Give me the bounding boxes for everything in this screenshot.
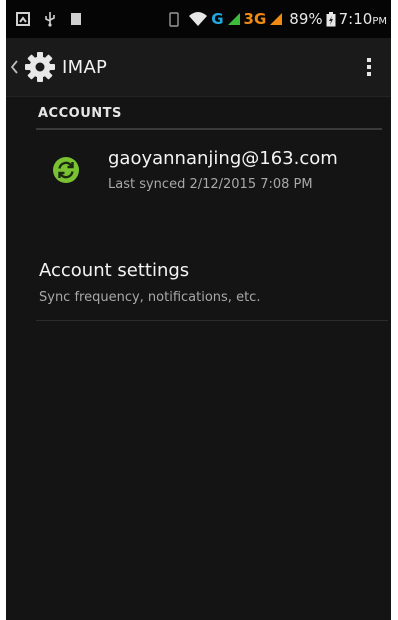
overflow-menu-button[interactable] xyxy=(363,52,375,82)
status-bar-system: G 3G 89% 7:10PM xyxy=(169,10,387,28)
battery-icon xyxy=(326,11,336,26)
settings-gear-icon[interactable] xyxy=(24,51,56,83)
accounts-header-label: ACCOUNTS xyxy=(38,106,122,121)
account-settings-title: Account settings xyxy=(39,260,190,281)
clock-time: 7:10 xyxy=(338,10,373,28)
account-settings-item[interactable]: Account settings Sync frequency, notific… xyxy=(36,254,388,321)
network-type-3g: 3G xyxy=(243,10,267,28)
chevron-left-icon xyxy=(10,60,18,74)
overflow-menu-icon-dot xyxy=(367,72,371,76)
notification-icon xyxy=(16,12,30,26)
signal-icon-sim2 xyxy=(270,13,283,25)
wifi-icon xyxy=(189,12,208,26)
network-type-g: G xyxy=(211,10,224,28)
action-bar: IMAP xyxy=(6,38,391,97)
sd-card-icon xyxy=(71,13,81,25)
account-settings-subtitle: Sync frequency, notifications, etc. xyxy=(39,290,261,305)
clock: 7:10PM xyxy=(339,10,387,28)
battery-percent: 89% xyxy=(289,10,323,28)
accounts-section-header: ACCOUNTS xyxy=(36,104,382,130)
back-button[interactable] xyxy=(10,55,20,79)
page-title: IMAP xyxy=(62,56,108,78)
screen: G 3G 89% 7:10PM IMAP ACCOUNTS gaoyannanj… xyxy=(6,0,391,620)
account-list-item[interactable]: gaoyannanjing@163.com Last synced 2/12/2… xyxy=(36,140,382,214)
overflow-menu-icon-dot xyxy=(367,58,371,62)
account-email: gaoyannanjing@163.com xyxy=(108,148,338,169)
status-bar-notifications xyxy=(16,11,82,27)
sim-icon xyxy=(169,11,179,27)
sync-icon xyxy=(53,157,79,183)
status-bar: G 3G 89% 7:10PM xyxy=(6,0,391,38)
signal-icon-sim1 xyxy=(227,13,240,25)
overflow-menu-icon-dot xyxy=(367,65,371,69)
account-last-synced: Last synced 2/12/2015 7:08 PM xyxy=(108,177,313,192)
usb-icon xyxy=(45,12,55,27)
clock-ampm: PM xyxy=(372,16,387,27)
